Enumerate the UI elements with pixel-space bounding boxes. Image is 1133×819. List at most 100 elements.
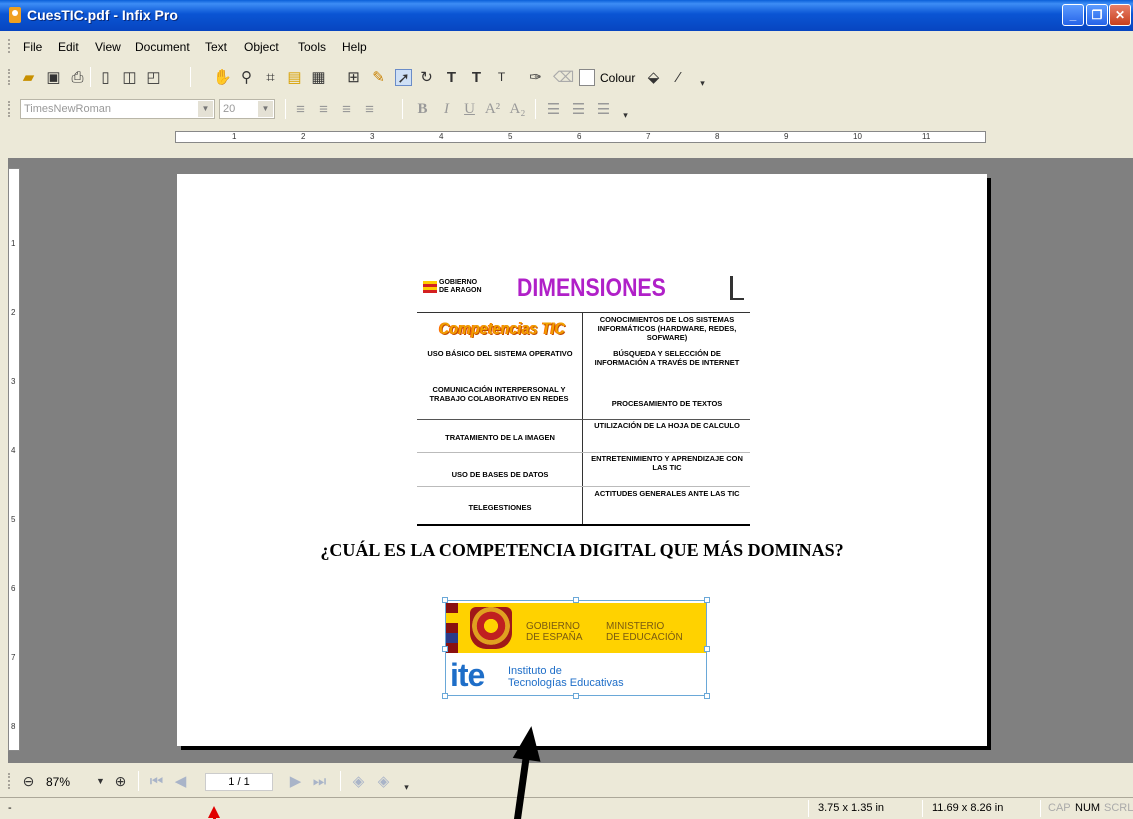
hand-tool-icon[interactable]: ✋ [213, 69, 232, 86]
toolbar-grip[interactable] [8, 69, 11, 85]
colour-swatch-icon[interactable] [579, 69, 595, 86]
fit-page-icon[interactable]: ◫ [121, 69, 138, 86]
align-left-icon[interactable]: ≡ [292, 101, 309, 118]
menu-file[interactable]: File [23, 40, 42, 54]
align-right-icon[interactable]: ≡ [338, 101, 355, 118]
vertical-ruler: 1 2 3 4 5 6 7 8 [8, 168, 20, 751]
crop-icon[interactable]: ⌗ [262, 69, 279, 86]
menu-text[interactable]: Text [205, 40, 227, 54]
select-arrow-icon[interactable]: ➚ [395, 69, 412, 87]
table-icon[interactable]: ▦ [310, 69, 327, 86]
superscript-icon[interactable]: A² [484, 101, 501, 118]
toolbar-more-chevron-icon[interactable]: ▾ [694, 75, 711, 92]
print-icon[interactable]: ⎙ [69, 69, 86, 86]
resize-handle[interactable] [704, 597, 710, 603]
status-bar: - 3.75 x 1.35 in 11.69 x 8.26 in CAP NUM… [0, 797, 1133, 819]
text-number-icon[interactable]: T [493, 69, 510, 86]
zoom-out-icon[interactable]: ⊖ [20, 773, 37, 790]
menu-view[interactable]: View [95, 40, 121, 54]
gobierno-line: GOBIERNO [439, 279, 478, 286]
last-page-icon[interactable]: ⏭ [311, 773, 328, 790]
rotate-icon[interactable]: ↻ [418, 69, 435, 86]
right-cell: BÚSQUEDA Y SELECCIÓN DE INFORMACIÓN A TR… [594, 349, 740, 367]
back-icon[interactable]: ◈ [350, 773, 367, 790]
zoom-icon[interactable]: ⚲ [238, 69, 255, 86]
resize-handle[interactable] [442, 597, 448, 603]
prev-page-icon[interactable]: ◀ [172, 773, 189, 790]
close-button[interactable]: ✕ [1109, 4, 1131, 26]
note-icon[interactable]: ▤ [286, 69, 303, 86]
left-cell: TRATAMIENTO DE LA IMAGEN [445, 433, 555, 442]
gobierno-line: GOBIERNO [526, 621, 580, 632]
table-row-line [417, 452, 750, 453]
right-cell: CONOCIMIENTOS DE LOS SISTEMAS INFORMÁTIC… [597, 315, 737, 342]
forward-icon[interactable]: ◈ [375, 773, 392, 790]
menu-help[interactable]: Help [342, 40, 367, 54]
toolbar-separator [402, 99, 403, 119]
format-grip[interactable] [8, 101, 11, 117]
chevron-down-icon[interactable]: ▼ [258, 101, 273, 117]
format-more-chevron-icon[interactable]: ▾ [617, 107, 634, 124]
eyedropper-icon[interactable]: ✑ [527, 69, 544, 86]
selected-logo-image[interactable]: GOBIERNO DE ESPAÑA MINISTERIO DE EDUCACI… [442, 597, 710, 699]
right-cell: PROCESAMIENTO DE TEXTOS [611, 399, 723, 408]
font-family-select[interactable]: TimesNewRoman ▼ [20, 99, 215, 119]
aragon-line: DE ARAGON [439, 287, 482, 294]
resize-handle[interactable] [442, 646, 448, 652]
text-tool-icon[interactable]: T [443, 69, 460, 86]
slide-header: GOBIERNO DE ARAGON DIMENSIONES [417, 274, 750, 312]
colour-label[interactable]: Colour [600, 71, 635, 85]
right-cell: UTILIZACIÓN DE LA HOJA DE CALCULO [594, 421, 740, 430]
text-edit-icon[interactable]: T [468, 69, 485, 86]
status-divider [808, 800, 809, 817]
resize-handle[interactable] [573, 597, 579, 603]
fit-width-icon[interactable]: ◰ [145, 69, 162, 86]
first-page-icon[interactable]: ⏮ [148, 773, 165, 790]
zoom-dropdown-icon[interactable]: ▼ [92, 773, 109, 790]
coat-of-arms-icon [470, 607, 512, 649]
underline-button[interactable]: U [461, 101, 478, 118]
image-icon[interactable]: ⊞ [345, 69, 362, 86]
resize-handle[interactable] [573, 693, 579, 699]
eraser-icon[interactable]: ⌫ [553, 69, 574, 86]
restore-button[interactable]: ❐ [1086, 4, 1108, 26]
menu-tools[interactable]: Tools [298, 40, 326, 54]
pencil-icon[interactable]: ✎ [370, 69, 387, 86]
resize-handle[interactable] [442, 693, 448, 699]
gobierno-espana-text: GOBIERNO DE ESPAÑA [526, 621, 583, 643]
justify-icon[interactable]: ≡ [361, 101, 378, 118]
page-view-icon[interactable]: ▯ [97, 69, 114, 86]
ruler-tick: 11 [922, 132, 931, 141]
align-center-icon[interactable]: ≡ [315, 101, 332, 118]
line-spacing-icon[interactable]: ☰ [545, 101, 562, 118]
italic-button[interactable]: I [438, 101, 455, 118]
chevron-down-icon[interactable]: ▼ [198, 101, 213, 117]
fill-icon[interactable]: ⬙ [645, 69, 662, 86]
page-number-field[interactable]: 1 / 1 [205, 773, 273, 791]
minimize-button[interactable]: _ [1062, 4, 1084, 26]
line-colour-icon[interactable]: ⁄ [670, 69, 687, 86]
menubar-grip[interactable] [8, 39, 11, 53]
ruler-tick: 8 [11, 722, 16, 731]
zoom-level[interactable]: 87% [46, 775, 70, 789]
nav-grip[interactable] [8, 773, 11, 789]
menu-document[interactable]: Document [135, 40, 190, 54]
pdf-page[interactable]: GOBIERNO DE ARAGON DIMENSIONES Competenc… [177, 174, 987, 746]
bold-button[interactable]: B [414, 101, 431, 118]
left-cell: USO DE BASES DE DATOS [451, 470, 549, 479]
aragon-flag-icon [423, 281, 437, 293]
zoom-in-icon[interactable]: ⊕ [112, 773, 129, 790]
save-icon[interactable]: ▣ [45, 69, 62, 86]
resize-handle[interactable] [704, 646, 710, 652]
open-icon[interactable]: ▰ [20, 69, 37, 86]
navigation-bar: ⊖ 87% ▼ ⊕ ⏮ ◀ 1 / 1 ▶ ⏭ ◈ ◈ ▾ [0, 765, 1133, 795]
nav-more-chevron-icon[interactable]: ▾ [398, 779, 415, 796]
resize-handle[interactable] [704, 693, 710, 699]
para-spacing-icon[interactable]: ☰ [570, 101, 587, 118]
font-size-select[interactable]: 20 ▼ [219, 99, 275, 119]
next-page-icon[interactable]: ▶ [287, 773, 304, 790]
menu-edit[interactable]: Edit [58, 40, 79, 54]
subscript-icon[interactable]: A₂ [509, 101, 526, 118]
indent-icon[interactable]: ☰ [595, 101, 612, 118]
menu-object[interactable]: Object [244, 40, 279, 54]
